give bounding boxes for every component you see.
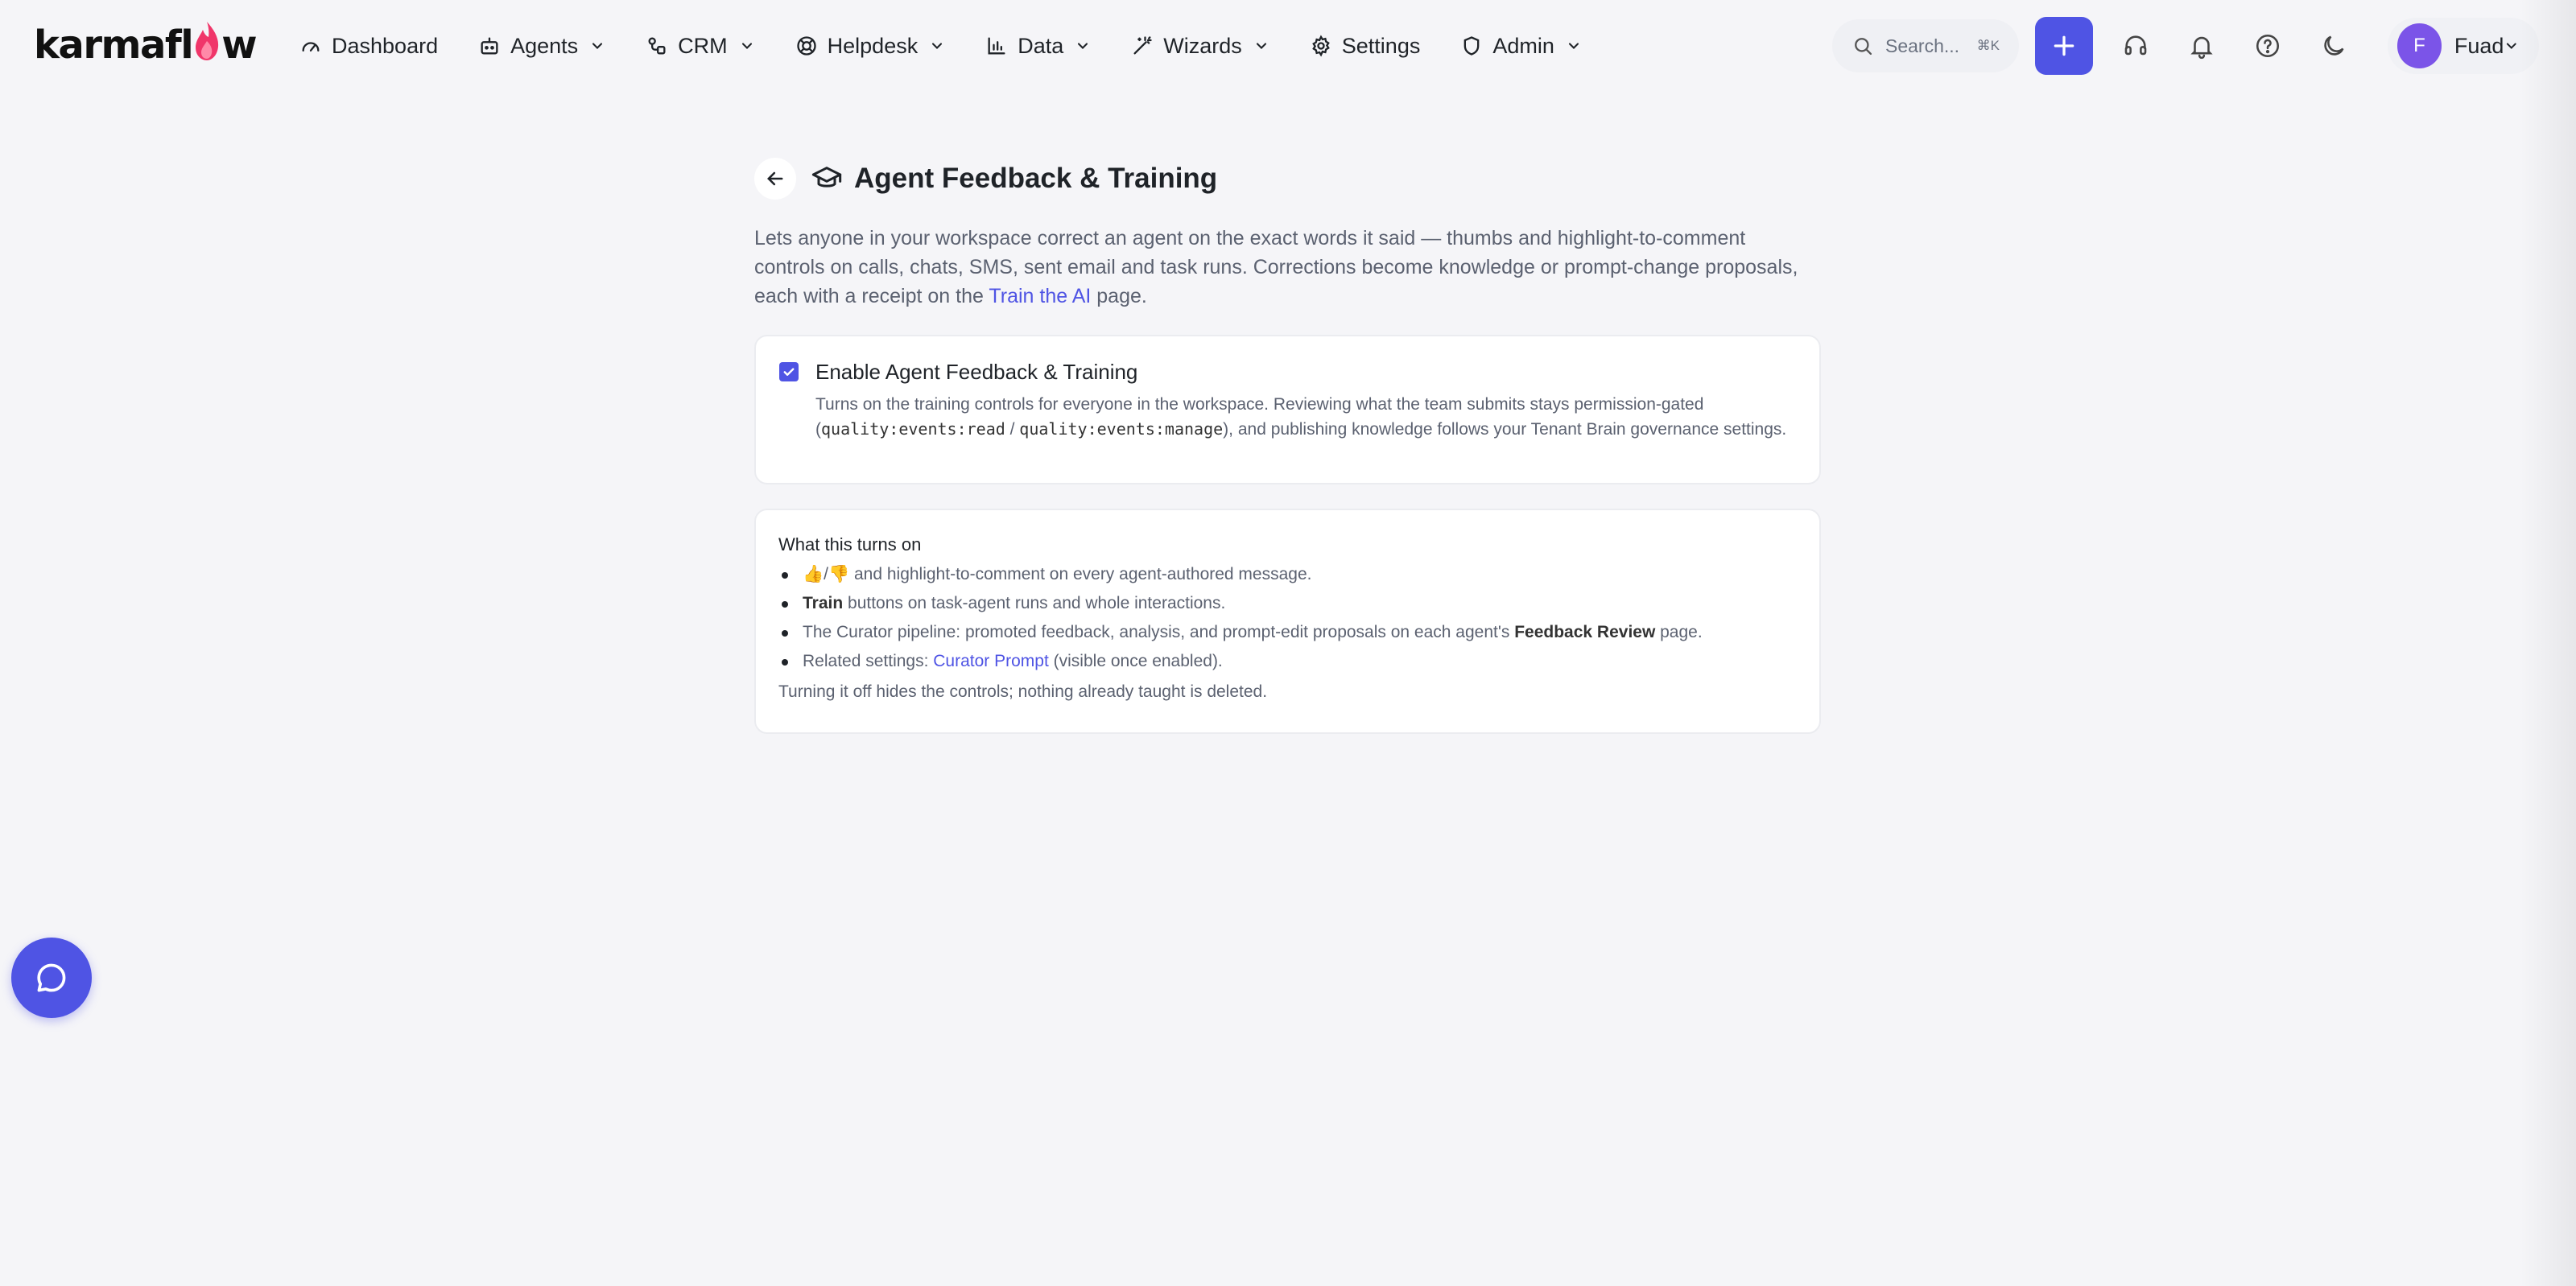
moon-icon	[2324, 35, 2344, 56]
shield-icon	[1464, 36, 1480, 56]
info-footer: Turning it off hides the controls; nothi…	[778, 682, 1268, 701]
theme-toggle-button[interactable]	[2310, 23, 2357, 69]
nav-label: CRM	[678, 33, 728, 58]
search-placeholder: Search...	[1885, 35, 1960, 56]
page-title: Agent Feedback & Training	[854, 163, 1218, 194]
graduation-cap-icon	[811, 167, 842, 188]
chevron-down-icon	[1078, 43, 1088, 49]
main-content: Agent Feedback & Training Lets anyone in…	[754, 158, 1821, 734]
user-menu[interactable]: F Fuad	[2388, 18, 2539, 74]
bell-icon	[2190, 36, 2213, 60]
list-item: Train buttons on task-agent runs and who…	[778, 589, 1797, 618]
list-item: The Curator pipeline: promoted feedback,…	[778, 618, 1797, 647]
chat-launcher-button[interactable]	[11, 938, 92, 1018]
nav-label: Dashboard	[332, 33, 439, 58]
crm-icon	[648, 37, 666, 55]
arrow-left-icon	[767, 171, 783, 186]
header-tools: Search... ⌘K F Fuad	[1832, 16, 2539, 76]
page-header: Agent Feedback & Training	[754, 158, 1821, 200]
chevron-down-icon	[932, 43, 943, 49]
chevron-down-icon	[2507, 43, 2517, 49]
permission-read-code: quality:events:read	[821, 419, 1005, 439]
enable-description: Turns on the training controls for every…	[815, 393, 1802, 442]
search-icon	[1855, 38, 1872, 56]
info-heading: What this turns on	[778, 534, 922, 554]
thumbs-emoji: 👍/👎	[803, 565, 850, 583]
enable-title[interactable]: Enable Agent Feedback & Training	[815, 360, 1137, 385]
lifebuoy-icon	[796, 36, 816, 56]
enable-setting-card: Enable Agent Feedback & Training Turns o…	[754, 335, 1821, 484]
nav-label: Helpdesk	[827, 33, 919, 58]
plus-icon	[2054, 35, 2074, 56]
nav-label: Admin	[1492, 33, 1554, 58]
page-edge-shadow	[2520, 0, 2576, 1286]
main-nav: Dashboard Agents CRM Helpdesk Data Wizar…	[285, 23, 1608, 69]
list-item-bold: Feedback Review	[1514, 623, 1656, 641]
nav-wizards[interactable]: Wizards	[1117, 23, 1284, 69]
enable-checkbox[interactable]	[779, 362, 799, 381]
search-input[interactable]: Search... ⌘K	[1832, 19, 2019, 72]
gear-icon	[1311, 35, 1330, 57]
list-item-text-end: page.	[1655, 623, 1703, 641]
nav-helpdesk[interactable]: Helpdesk	[781, 23, 960, 69]
gauge-icon	[302, 42, 320, 52]
nav-admin[interactable]: Admin	[1446, 23, 1596, 69]
nav-dashboard[interactable]: Dashboard	[285, 23, 452, 69]
desc-separator: /	[1005, 420, 1020, 439]
user-name: Fuad	[2454, 33, 2504, 58]
chevron-down-icon	[592, 43, 603, 49]
wand-icon	[1133, 36, 1152, 55]
list-item: Related settings: Curator Prompt (visibl…	[778, 647, 1797, 676]
nav-data[interactable]: Data	[971, 23, 1105, 69]
list-item-text: The Curator pipeline: promoted feedback,…	[803, 623, 1515, 641]
headset-icon	[2124, 35, 2147, 56]
chat-bubble-icon	[37, 963, 66, 992]
chevron-down-icon	[1256, 43, 1266, 49]
permission-manage-code: quality:events:manage	[1019, 419, 1224, 439]
nav-label: Data	[1018, 33, 1064, 58]
train-the-ai-link[interactable]: Train the AI	[989, 285, 1091, 307]
info-card: What this turns on 👍/👎 and highlight-to-…	[754, 509, 1821, 734]
support-button[interactable]	[2112, 23, 2159, 69]
back-button[interactable]	[754, 158, 796, 200]
list-item-text: buttons on task-agent runs and whole int…	[843, 594, 1226, 612]
create-new-button[interactable]	[2035, 17, 2093, 75]
nav-label: Settings	[1341, 33, 1421, 58]
intro-text: Lets anyone in your workspace correct an…	[754, 227, 1798, 307]
chevron-down-icon	[1568, 43, 1579, 49]
help-button[interactable]	[2244, 23, 2291, 69]
karmaflow-logo[interactable]: karmafl w	[34, 21, 258, 69]
nav-crm[interactable]: CRM	[631, 23, 770, 69]
list-item-text: Related settings:	[803, 652, 934, 670]
avatar: F	[2397, 23, 2442, 68]
checkmark-icon	[783, 368, 795, 376]
logo-text-end: w	[221, 23, 257, 68]
bot-icon	[481, 37, 498, 55]
help-icon	[2256, 34, 2280, 58]
nav-settings[interactable]: Settings	[1295, 23, 1435, 69]
feature-list: 👍/👎 and highlight-to-comment on every ag…	[778, 560, 1797, 676]
page-intro: Lets anyone in your workspace correct an…	[754, 224, 1821, 311]
curator-prompt-link[interactable]: Curator Prompt	[933, 652, 1049, 670]
list-item-text-end: (visible once enabled).	[1048, 652, 1223, 670]
nav-label: Wizards	[1163, 33, 1242, 58]
top-navigation-bar: karmafl w Dashboard Agents CRM Helpdesk	[0, 0, 2576, 92]
logo-text: karmafl	[34, 23, 194, 68]
flame-icon	[196, 22, 219, 60]
nav-agents[interactable]: Agents	[464, 23, 620, 69]
bar-chart-icon	[988, 37, 1005, 55]
list-item-bold: Train	[803, 594, 844, 612]
nav-label: Agents	[510, 33, 579, 58]
list-item-text: and highlight-to-comment on every agent-…	[849, 565, 1312, 583]
notifications-button[interactable]	[2178, 23, 2225, 69]
chevron-down-icon	[741, 43, 752, 49]
intro-text-end: page.	[1091, 285, 1147, 307]
desc-text-end: ), and publishing knowledge follows your…	[1223, 420, 1787, 439]
list-item: 👍/👎 and highlight-to-comment on every ag…	[778, 560, 1797, 589]
search-shortcut: ⌘K	[1976, 38, 2000, 53]
